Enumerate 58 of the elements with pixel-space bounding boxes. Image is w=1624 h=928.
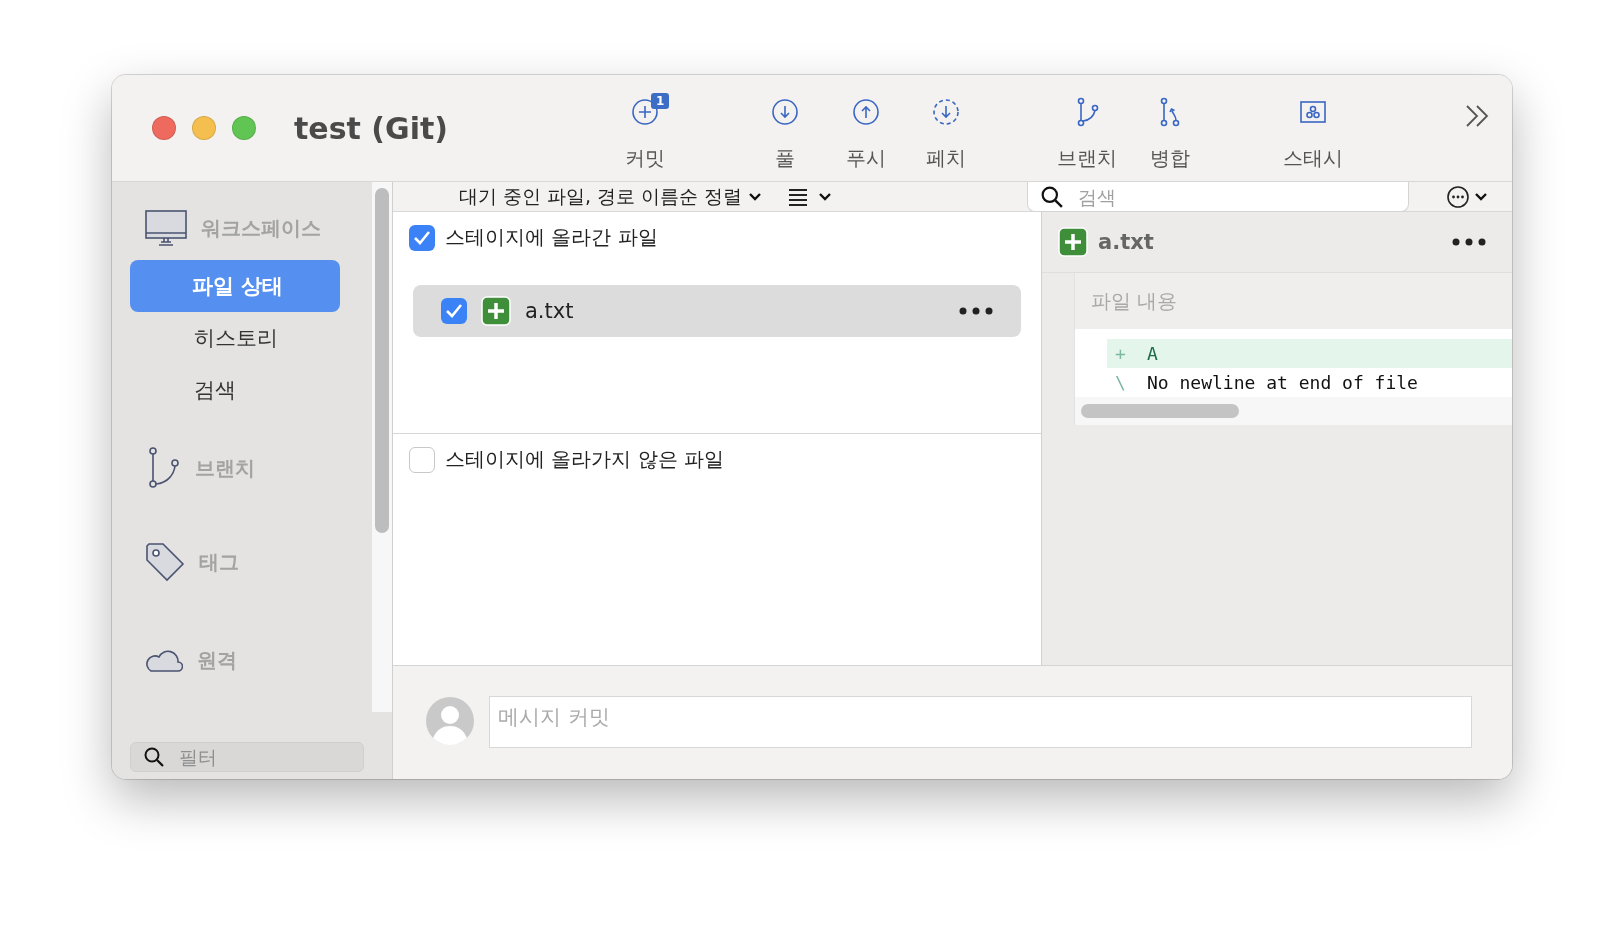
- scrollbar-thumb[interactable]: [1081, 404, 1239, 418]
- sidebar-item[interactable]: 검색: [130, 364, 340, 416]
- count-badge: 1: [651, 93, 670, 109]
- group-label: 스테이지에 올라가지 않은 파일: [445, 446, 725, 473]
- toolbar-button[interactable]: 푸시: [826, 93, 906, 176]
- hunk-header: 파일 내용: [1090, 287, 1179, 315]
- search-field[interactable]: 검색: [1027, 182, 1409, 212]
- sidebar-item[interactable]: 히스토리: [130, 312, 340, 364]
- filter-field[interactable]: 필터: [130, 742, 364, 772]
- code-line: A: [1146, 343, 1158, 364]
- ellipsis-circle-icon: [1446, 185, 1470, 209]
- tag-icon: [145, 542, 185, 582]
- group-label: 스테이지에 올라간 파일: [445, 224, 658, 251]
- avatar-icon: [425, 696, 475, 746]
- dashed-down-arrow-circle-icon: [931, 97, 961, 127]
- commit-message-field[interactable]: 메시지 커밋: [489, 696, 1472, 748]
- checkbox[interactable]: [409, 446, 435, 473]
- more-dots-icon: [1452, 238, 1486, 246]
- chevron-down-icon: [1474, 192, 1488, 202]
- section-label: 워크스페이스: [201, 214, 321, 242]
- section-label: 태그: [199, 548, 239, 576]
- up-arrow-circle-icon: [851, 97, 881, 127]
- code-line: No newline at end of file: [1146, 372, 1418, 393]
- plus-square-icon: [481, 296, 511, 326]
- monitor-icon: [145, 210, 187, 246]
- search-icon: [1041, 186, 1063, 208]
- checkbox[interactable]: [409, 224, 435, 251]
- chevron-down-icon: [818, 191, 833, 202]
- plus-square-icon: [1058, 227, 1088, 257]
- down-arrow-circle-icon: [770, 97, 800, 127]
- toolbar-button[interactable]: 풀: [745, 93, 825, 176]
- checkmark-icon: [445, 303, 463, 319]
- toolbar-button[interactable]: 스태시: [1273, 93, 1353, 176]
- scrollbar-thumb[interactable]: [375, 188, 389, 533]
- file-row[interactable]: a.txt: [413, 285, 1021, 337]
- more-button[interactable]: [1452, 238, 1486, 246]
- toolbar-button[interactable]: 병합: [1130, 93, 1210, 176]
- section-label: 브랜치: [195, 454, 255, 482]
- diff-sign: \: [1114, 372, 1127, 393]
- close-button[interactable]: [152, 116, 176, 140]
- checkmark-icon: [413, 229, 431, 246]
- chevron-down-icon: [748, 191, 763, 202]
- zoom-button[interactable]: [232, 116, 256, 140]
- section-label: 원격: [197, 646, 237, 674]
- search-icon: [144, 747, 164, 767]
- checkbox[interactable]: [441, 298, 467, 324]
- toolbar-button[interactable]: 브랜치: [1047, 93, 1127, 176]
- more-button[interactable]: [959, 307, 993, 315]
- toolbar-button[interactable]: 1 커밋: [605, 93, 685, 176]
- diff-sign: +: [1114, 343, 1127, 364]
- sort-dropdown[interactable]: 대기 중인 파일, 경로 이름순 정렬: [453, 182, 769, 211]
- list-lines-icon: [788, 187, 809, 206]
- file-name: a.txt: [525, 299, 575, 323]
- more-dots-icon: [959, 307, 993, 315]
- file-name: a.txt: [1098, 230, 1155, 254]
- toolbar-button[interactable]: 페치: [906, 93, 986, 176]
- window-title: test (Git): [294, 110, 449, 146]
- minimize-button[interactable]: [192, 116, 216, 140]
